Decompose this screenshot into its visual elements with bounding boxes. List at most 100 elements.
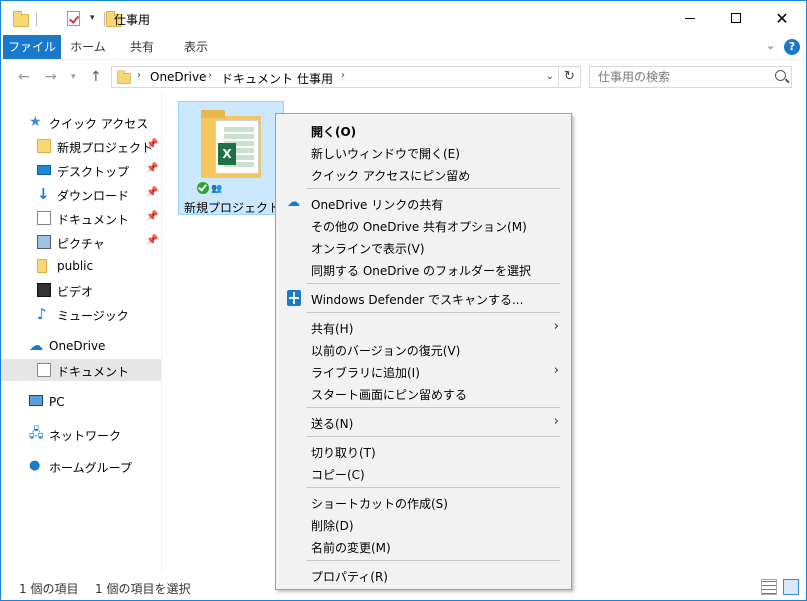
- music-icon: ♪: [37, 305, 47, 323]
- nav-label: PC: [49, 395, 65, 409]
- nav-onedrive[interactable]: ☁ OneDrive: [1, 335, 161, 357]
- document-icon: [37, 363, 51, 377]
- nav-label: OneDrive: [49, 339, 106, 353]
- selected-count: 1 個の項目を選択: [95, 582, 191, 596]
- refresh-button[interactable]: ↻: [559, 66, 581, 88]
- nav-desktop[interactable]: デスクトップ 📌: [1, 159, 161, 181]
- menu-label: 共有(H): [311, 322, 354, 336]
- minimize-button[interactable]: [667, 1, 713, 35]
- folder-icon[interactable]: [13, 11, 29, 27]
- menu-item-pin-quick-access[interactable]: クイック アクセスにピン留め: [278, 163, 569, 185]
- nav-label: ホームグループ: [49, 461, 132, 475]
- nav-label: ネットワーク: [49, 429, 122, 443]
- menu-item-open-new-window[interactable]: 新しいウィンドウで開く(E): [278, 141, 569, 163]
- chevron-right-icon[interactable]: ›: [341, 70, 345, 81]
- file-name: 新規プロジェクト: [183, 201, 280, 215]
- pin-icon[interactable]: 📌: [146, 211, 158, 222]
- menu-item-cut[interactable]: 切り取り(T): [278, 440, 569, 462]
- nav-label: ピクチャ: [57, 237, 105, 251]
- tab-view[interactable]: 表示: [171, 35, 221, 59]
- help-button[interactable]: ?: [784, 39, 800, 55]
- menu-item-share-onedrive-link[interactable]: ☁ OneDrive リンクの共有: [278, 192, 569, 214]
- pin-icon[interactable]: 📌: [146, 235, 158, 246]
- properties-icon[interactable]: [66, 11, 80, 26]
- nav-downloads[interactable]: ↓ ダウンロード 📌: [1, 183, 161, 205]
- forward-arrow-icon[interactable]: →: [45, 69, 57, 85]
- nav-label: クイック アクセス: [49, 117, 149, 131]
- folder-icon: [37, 259, 47, 273]
- menu-item-open[interactable]: 開く(O): [278, 119, 569, 141]
- menu-label: 削除(D): [311, 519, 354, 533]
- back-arrow-icon[interactable]: ←: [18, 69, 30, 85]
- menu-label: 新しいウィンドウで開く(E): [311, 147, 460, 161]
- star-icon: ★: [29, 114, 42, 130]
- search-input[interactable]: [590, 67, 760, 87]
- menu-label: スタート画面にピン留めする: [311, 388, 468, 402]
- menu-item-choose-sync-folders[interactable]: 同期する OneDrive のフォルダーを選択: [278, 258, 569, 280]
- tab-share[interactable]: 共有: [117, 35, 167, 59]
- download-icon: ↓: [37, 185, 50, 203]
- tab-file[interactable]: ファイル: [3, 35, 61, 59]
- up-arrow-icon[interactable]: ↑: [90, 69, 102, 85]
- close-button[interactable]: ✕: [759, 1, 805, 35]
- menu-item-delete[interactable]: 削除(D): [278, 513, 569, 535]
- menu-item-properties[interactable]: プロパティ(R): [278, 564, 569, 586]
- nav-documents[interactable]: ドキュメント 📌: [1, 207, 161, 229]
- breadcrumb-documents[interactable]: ドキュメント: [221, 70, 293, 87]
- nav-network[interactable]: 🖧 ネットワーク: [1, 423, 161, 445]
- large-icons-view-icon[interactable]: [783, 579, 799, 595]
- pin-icon[interactable]: 📌: [146, 187, 158, 198]
- nav-label: ビデオ: [57, 285, 94, 299]
- context-menu: 開く(O) 新しいウィンドウで開く(E) クイック アクセスにピン留め ☁ On…: [275, 113, 572, 590]
- nav-new-project[interactable]: 新規プロジェクト 📌: [1, 135, 161, 157]
- pictures-icon: [37, 235, 51, 249]
- nav-public[interactable]: public: [1, 255, 161, 277]
- nav-pictures[interactable]: ピクチャ 📌: [1, 231, 161, 253]
- breadcrumb-onedrive[interactable]: OneDrive: [150, 70, 206, 84]
- menu-item-view-online[interactable]: オンラインで表示(V): [278, 236, 569, 258]
- desktop-icon: [37, 165, 51, 175]
- menu-label: その他の OneDrive 共有オプション(M): [311, 220, 527, 234]
- chevron-down-icon[interactable]: ⌄: [546, 71, 554, 82]
- customize-quick-access-icon[interactable]: ▾: [90, 13, 95, 23]
- nav-homegroup[interactable]: ● ホームグループ: [1, 455, 161, 477]
- menu-item-pin-to-start[interactable]: スタート画面にピン留めする: [278, 382, 569, 404]
- menu-item-send-to[interactable]: 送る(N) ›: [278, 411, 569, 433]
- menu-label: プロパティ(R): [311, 570, 388, 584]
- pin-icon[interactable]: 📌: [146, 163, 158, 174]
- nav-music[interactable]: ♪ ミュージック: [1, 303, 161, 325]
- address-row: ← → ▾ ↑ › OneDrive › ドキュメント › 仕事用 › ⌄ ↻: [1, 59, 806, 93]
- chevron-right-icon[interactable]: ›: [284, 70, 288, 81]
- chevron-right-icon: ›: [553, 319, 559, 334]
- menu-label: 切り取り(T): [311, 446, 376, 460]
- menu-item-share[interactable]: 共有(H) ›: [278, 316, 569, 338]
- menu-item-add-to-library[interactable]: ライブラリに追加(I) ›: [278, 360, 569, 382]
- menu-item-restore-previous-versions[interactable]: 以前のバージョンの復元(V): [278, 338, 569, 360]
- nav-onedrive-documents[interactable]: ドキュメント: [1, 359, 161, 381]
- menu-item-rename[interactable]: 名前の変更(M): [278, 535, 569, 557]
- search-icon[interactable]: [775, 70, 786, 81]
- search-box[interactable]: [589, 66, 792, 88]
- menu-item-copy[interactable]: コピー(C): [278, 462, 569, 484]
- menu-item-create-shortcut[interactable]: ショートカットの作成(S): [278, 491, 569, 513]
- nav-videos[interactable]: ビデオ: [1, 279, 161, 301]
- chevron-right-icon[interactable]: ›: [208, 70, 212, 81]
- breadcrumb-work[interactable]: 仕事用: [297, 70, 333, 87]
- pin-icon[interactable]: 📌: [146, 139, 158, 150]
- menu-label: Windows Defender でスキャンする...: [311, 293, 524, 307]
- chevron-right-icon[interactable]: ›: [137, 70, 141, 81]
- file-item[interactable]: X 👥 新規プロジェクト: [178, 101, 284, 215]
- recent-locations-icon[interactable]: ▾: [71, 72, 76, 82]
- nav-quick-access[interactable]: ★ クイック アクセス: [1, 111, 161, 133]
- expand-ribbon-icon[interactable]: ⌄: [766, 39, 775, 52]
- menu-item-defender-scan[interactable]: Windows Defender でスキャンする...: [278, 287, 569, 309]
- tab-home[interactable]: ホーム: [63, 35, 113, 59]
- details-view-icon[interactable]: [761, 579, 777, 595]
- onedrive-icon: ☁: [287, 195, 300, 210]
- menu-item-more-onedrive-options[interactable]: その他の OneDrive 共有オプション(M): [278, 214, 569, 236]
- navigation-pane[interactable]: ★ クイック アクセス 新規プロジェクト 📌 デスクトップ 📌 ↓ ダウンロード…: [1, 93, 161, 571]
- maximize-button[interactable]: [713, 1, 759, 35]
- address-bar[interactable]: › OneDrive › ドキュメント › 仕事用 › ⌄: [111, 66, 559, 88]
- menu-label: オンラインで表示(V): [311, 242, 425, 256]
- nav-pc[interactable]: PC: [1, 391, 161, 413]
